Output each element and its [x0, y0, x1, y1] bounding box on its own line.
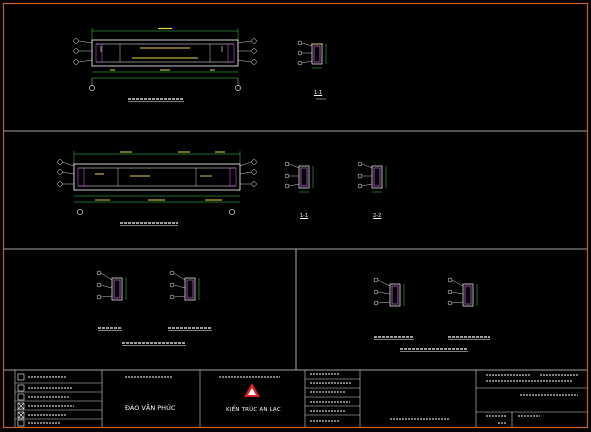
company-name: KIẾN TRÚC AN LẠC	[226, 407, 281, 413]
section-label-1: 1-1	[314, 90, 323, 96]
cad-drawing-sheet: 1-1 1-1 2-2 ĐÀO VĂN PHÚC KIẾN TRÚC AN LẠ…	[0, 0, 591, 432]
signer-name: ĐÀO VĂN PHÚC	[125, 404, 176, 412]
section-label-3: 2-2	[373, 213, 382, 219]
drawing-canvas	[0, 0, 591, 432]
section-label-2: 1-1	[300, 213, 309, 219]
